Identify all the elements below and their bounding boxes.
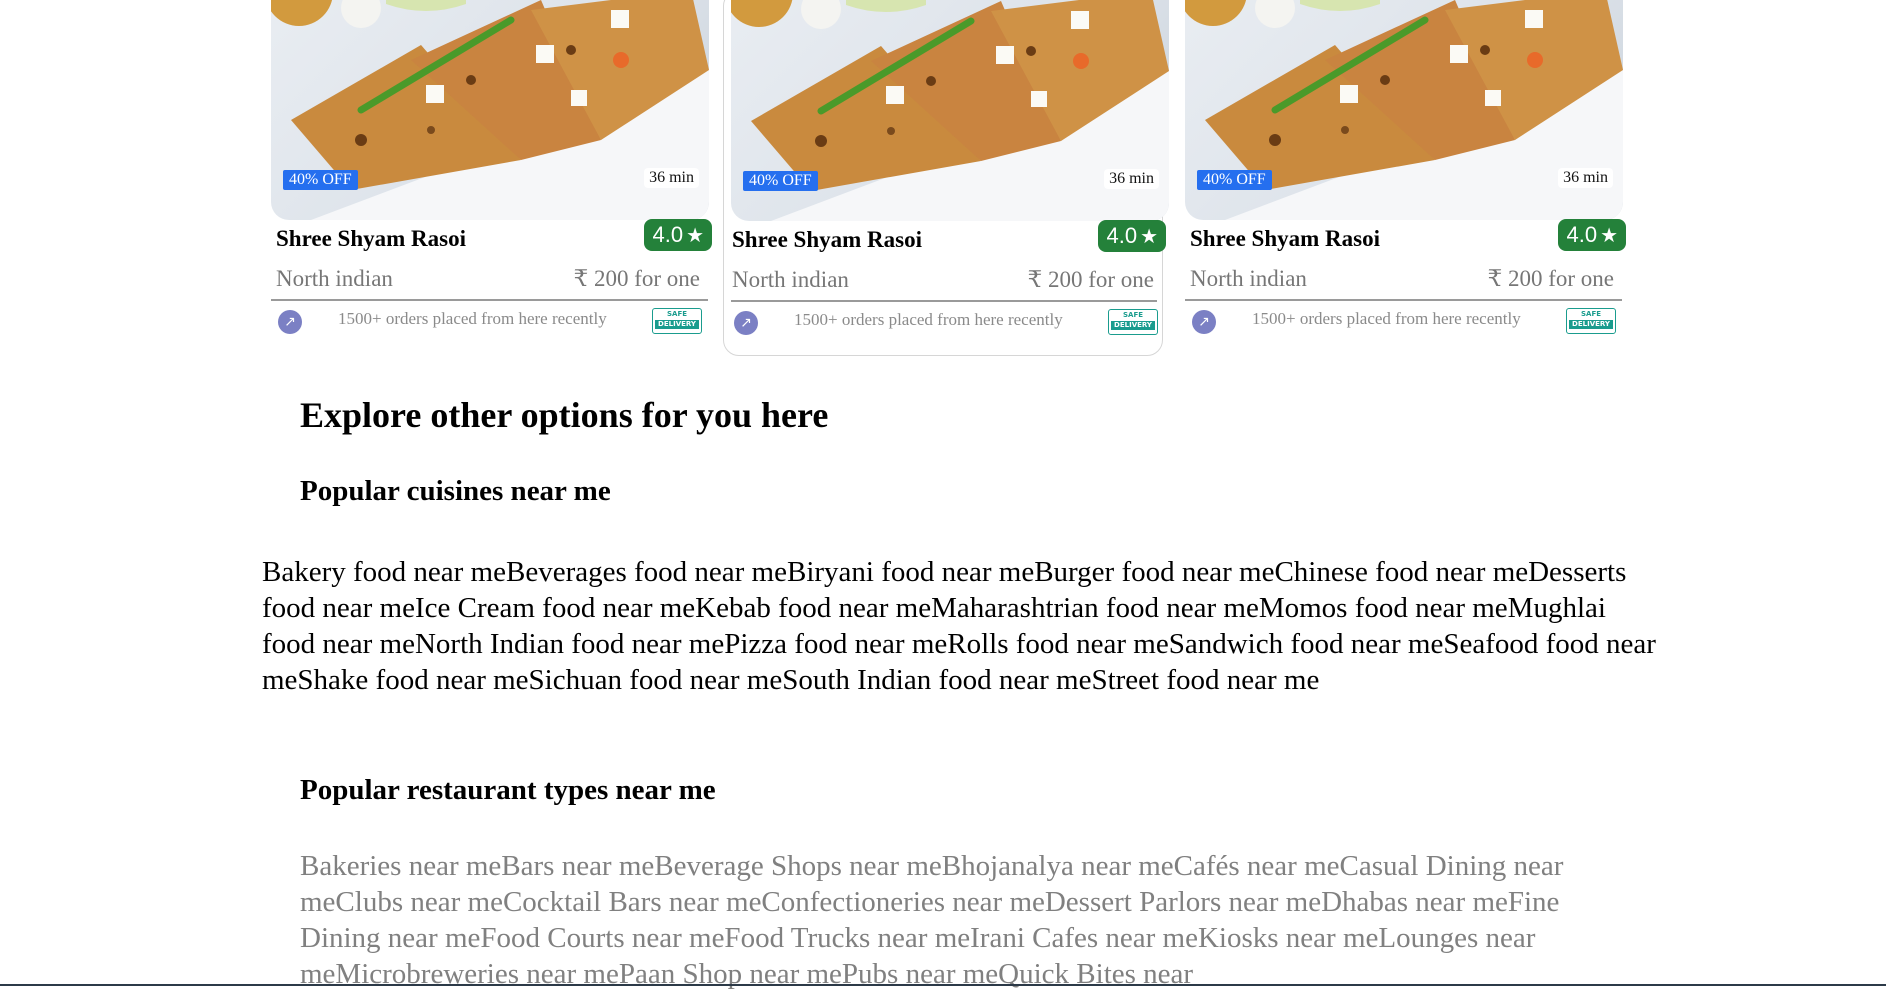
trending-up-icon: ↗ [278,310,302,334]
star-icon: ★ [1600,225,1618,247]
trending-up-icon: ↗ [1192,310,1216,334]
explore-heading: Explore other options for you here [300,395,829,435]
price-label: ₹ 200 for one [1487,266,1614,291]
orders-info: 1500+ orders placed from here recently [1252,309,1521,328]
delivery-time-badge: 36 min [1558,168,1613,188]
discount-badge: 40% OFF [743,171,818,191]
cuisine-label: North indian [276,266,393,291]
discount-badge: 40% OFF [1197,170,1272,190]
rating-badge: 4.0 ★ [1558,219,1626,251]
star-icon: ★ [1140,226,1158,248]
popular-restaurant-types-heading: Popular restaurant types near me [300,774,716,806]
rating-value: 4.0 [652,222,684,247]
restaurant-card[interactable]: 40% OFF 36 min Shree Shyam Rasoi 4.0 ★ No… [1182,0,1626,356]
safe-delivery-badge-icon: SAFE DELIVERY [652,308,702,334]
card-divider [731,300,1157,302]
cuisine-label: North indian [732,267,849,292]
cuisine-label: North indian [1190,266,1307,291]
safe-delivery-badge-icon: SAFE DELIVERY [1108,309,1158,335]
rating-badge: 4.0 ★ [644,219,712,251]
star-icon: ★ [686,225,704,247]
restaurant-name[interactable]: Shree Shyam Rasoi [732,227,922,253]
restaurant-card[interactable]: 40% OFF 36 min Shree Shyam Rasoi 4.0 ★ No… [268,0,712,356]
price-label: ₹ 200 for one [1027,267,1154,292]
rating-value: 4.0 [1566,222,1598,247]
popular-cuisines-links[interactable]: Bakery food near meBeverages food near m… [262,554,1662,698]
trending-up-icon: ↗ [734,311,758,335]
discount-badge: 40% OFF [283,170,358,190]
card-divider [1185,299,1622,301]
price-label: ₹ 200 for one [573,266,700,291]
card-divider [271,299,708,301]
orders-info: 1500+ orders placed from here recently [338,309,607,328]
restaurant-card[interactable]: 40% OFF 36 min Shree Shyam Rasoi 4.0 ★ No… [723,0,1169,356]
food-image[interactable]: 40% OFF 36 min [731,0,1169,221]
delivery-time-badge: 36 min [644,168,699,188]
restaurant-card-grid: 40% OFF 36 min Shree Shyam Rasoi 4.0 ★ No… [268,0,1628,360]
rating-badge: 4.0 ★ [1098,220,1166,252]
rating-value: 4.0 [1106,223,1138,248]
popular-restaurant-types-links[interactable]: Bakeries near meBars near meBeverage Sho… [300,848,1630,992]
restaurant-name[interactable]: Shree Shyam Rasoi [1190,226,1380,252]
food-image[interactable]: 40% OFF 36 min [271,0,709,220]
safe-delivery-badge-icon: SAFE DELIVERY [1566,308,1616,334]
popular-cuisines-heading: Popular cuisines near me [300,475,611,507]
delivery-time-badge: 36 min [1104,169,1159,189]
orders-info: 1500+ orders placed from here recently [794,310,1063,329]
food-image[interactable]: 40% OFF 36 min [1185,0,1623,220]
restaurant-name[interactable]: Shree Shyam Rasoi [276,226,466,252]
